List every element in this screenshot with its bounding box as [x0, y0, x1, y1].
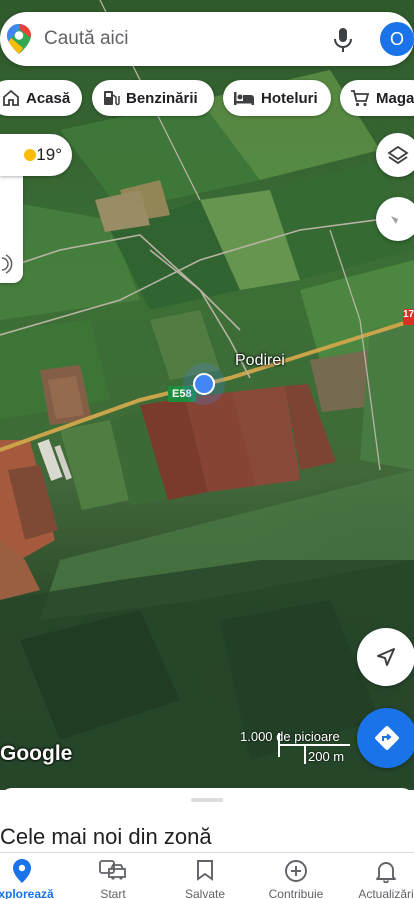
- sound-wave-icon: [2, 400, 16, 418]
- road-number-badge-2: 17: [403, 309, 414, 325]
- chip-gas-stations-label: Benzinării: [126, 89, 198, 107]
- sun-icon: [24, 149, 36, 161]
- chip-gas-stations[interactable]: Benzinării: [92, 80, 214, 116]
- nav-explore-label: Explorează: [0, 887, 54, 899]
- chip-home[interactable]: Acasă: [0, 80, 82, 116]
- add-circle-icon: [284, 859, 308, 888]
- account-avatar[interactable]: O: [380, 22, 414, 56]
- compass-button[interactable]: [376, 197, 414, 241]
- microphone-icon[interactable]: [332, 27, 354, 58]
- bottom-navigation: Explorează Start Salvate C: [0, 852, 414, 899]
- nav-updates[interactable]: Actualizări: [344, 853, 414, 899]
- satellite-map[interactable]: Podirei E58 17 Google 1.000 de picioare …: [0, 0, 414, 790]
- map-place-label[interactable]: Podirei: [235, 352, 285, 370]
- shopping-cart-icon: [351, 90, 370, 107]
- sheet-drag-handle[interactable]: [191, 798, 223, 802]
- nav-start-label: Start: [100, 887, 126, 899]
- gas-station-icon: [104, 91, 120, 106]
- map-imagery: [0, 0, 414, 790]
- chip-hotels-label: Hoteluri: [261, 89, 318, 107]
- nav-updates-label: Actualizări: [358, 887, 414, 899]
- explore-pin-icon: [13, 859, 31, 888]
- scale-feet-label: 1.000 de picioare: [240, 729, 340, 744]
- category-chips: Acasă Benzinării Hoteluri Magazine: [0, 80, 414, 116]
- explore-sheet[interactable]: Cele mai noi din zonă: [0, 788, 414, 852]
- navigation-arrow-icon: [377, 648, 395, 666]
- sheet-title: Cele mai noi din zonă: [0, 824, 212, 849]
- nav-explore[interactable]: Explorează: [0, 853, 64, 899]
- chip-home-label: Acasă: [26, 89, 71, 107]
- search-bar[interactable]: Caută aici O: [0, 12, 414, 66]
- my-location-dot[interactable]: [193, 373, 215, 395]
- bookmark-icon: [196, 859, 214, 886]
- my-location-button[interactable]: [357, 628, 414, 686]
- search-input[interactable]: Caută aici: [44, 28, 129, 50]
- home-icon: [3, 89, 19, 106]
- directions-button[interactable]: [357, 708, 414, 768]
- signal-waves-icon: [1, 254, 13, 274]
- chip-hotels[interactable]: Hoteluri: [223, 80, 331, 116]
- google-attribution: Google: [0, 742, 73, 765]
- compass-icon: [391, 216, 405, 224]
- maps-logo-icon: [7, 24, 31, 59]
- nav-saved[interactable]: Salvate: [163, 853, 247, 899]
- bell-icon: [375, 859, 397, 888]
- directions-icon: [375, 726, 399, 750]
- car-commute-icon: [99, 859, 127, 886]
- layers-button[interactable]: [376, 133, 414, 177]
- map-scale: 1.000 de picioare 200 m: [240, 729, 352, 769]
- weather-chip[interactable]: 19°: [0, 134, 72, 176]
- scale-meters-label: 200 m: [308, 749, 345, 764]
- nav-contribute[interactable]: Contribuie: [254, 853, 338, 899]
- layers-icon: [387, 145, 409, 165]
- hotel-bed-icon: [234, 92, 254, 105]
- chip-shopping-label: Magazine: [376, 89, 414, 107]
- nav-start[interactable]: Start: [71, 853, 155, 899]
- nav-saved-label: Salvate: [184, 887, 226, 899]
- nav-contribute-label: Contribuie: [268, 887, 324, 899]
- weather-temperature: 19°: [36, 145, 62, 164]
- chip-shopping[interactable]: Magazine: [340, 80, 414, 116]
- road-number-badge: E58: [168, 386, 196, 402]
